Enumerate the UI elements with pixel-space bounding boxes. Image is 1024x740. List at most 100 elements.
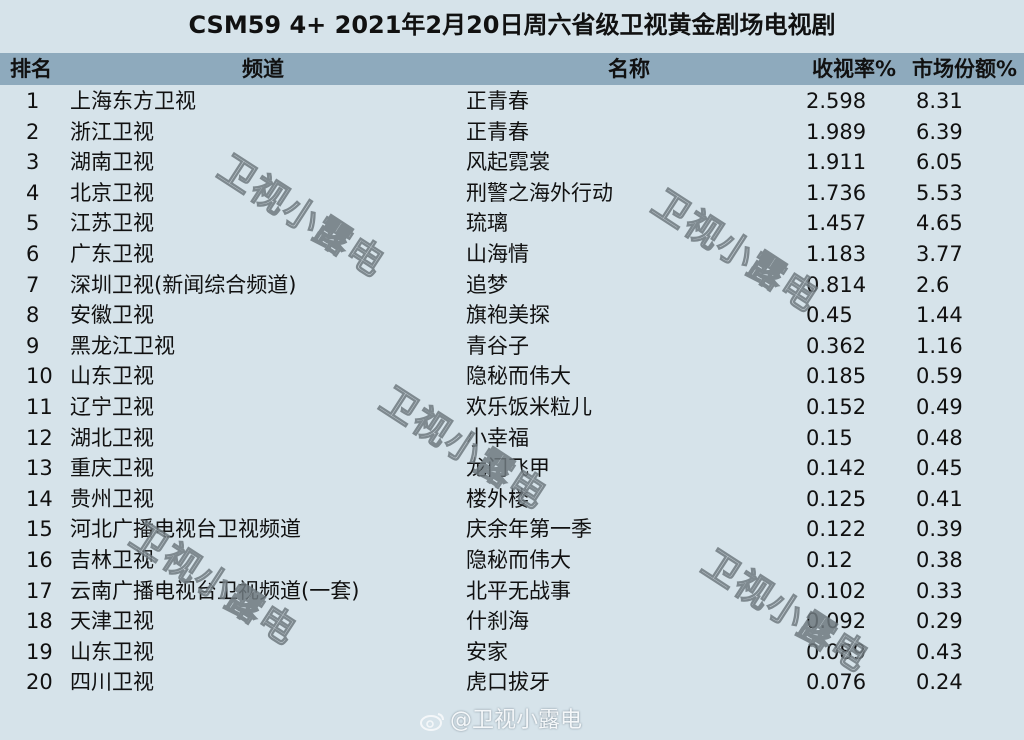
name-cell: 安家 — [466, 639, 508, 664]
rank-cell: 10 — [26, 364, 53, 389]
rank-cell: 16 — [26, 547, 53, 572]
rating-cell: 1.183 — [806, 241, 867, 266]
rating-cell: 0.15 — [806, 425, 853, 450]
channel-cell: 湖南卫视 — [70, 150, 154, 175]
rank-cell: 14 — [26, 486, 53, 511]
channel-cell: 山东卫视 — [70, 639, 154, 664]
share-cell: 0.49 — [916, 394, 963, 419]
name-cell: 刑警之海外行动 — [466, 180, 613, 205]
table-row: 4 北京卫视 刑警之海外行动 1.736 5.53 — [0, 178, 1024, 209]
name-cell: 琉璃 — [466, 211, 508, 236]
channel-cell: 天津卫视 — [70, 609, 154, 634]
table-row: 3 湖南卫视 风起霓裳 1.911 6.05 — [0, 147, 1024, 178]
rank-cell: 12 — [26, 425, 53, 450]
channel-cell: 安徽卫视 — [70, 303, 154, 328]
name-cell: 风起霓裳 — [466, 150, 550, 175]
name-cell: 虎口拔牙 — [466, 670, 550, 695]
rank-cell: 1 — [26, 89, 40, 113]
share-cell: 0.39 — [916, 517, 963, 542]
name-cell: 追梦 — [466, 272, 508, 297]
channel-cell: 山东卫视 — [70, 364, 154, 389]
channel-cell: 广东卫视 — [70, 241, 154, 266]
header-name: 名称 — [608, 57, 650, 81]
rank-cell: 19 — [26, 639, 53, 664]
rating-cell: 1.989 — [806, 119, 867, 144]
rank-cell: 18 — [26, 609, 53, 634]
share-cell: 0.45 — [916, 456, 963, 481]
share-cell: 4.65 — [916, 211, 963, 236]
rank-cell: 4 — [26, 180, 40, 205]
channel-cell: 黑龙江卫视 — [70, 333, 175, 358]
rating-cell: 0.185 — [806, 364, 867, 389]
footer-watermark: @卫视小露电 — [420, 702, 582, 734]
table-row: 17 云南广播电视台卫视频道(一套) 北平无战事 0.102 0.33 — [0, 576, 1024, 607]
share-cell: 3.77 — [916, 241, 963, 266]
share-cell: 0.38 — [916, 547, 963, 572]
share-cell: 0.24 — [916, 670, 963, 695]
channel-cell: 贵州卫视 — [70, 486, 154, 511]
rank-cell: 9 — [26, 333, 40, 358]
header-channel: 频道 — [242, 57, 284, 81]
table-row: 8 安徽卫视 旗袍美探 0.45 1.44 — [0, 300, 1024, 331]
rank-cell: 6 — [26, 241, 40, 266]
name-cell: 什刹海 — [466, 609, 529, 634]
weibo-icon — [420, 713, 444, 731]
name-cell: 山海情 — [466, 241, 529, 266]
rank-cell: 20 — [26, 670, 53, 695]
share-cell: 5.53 — [916, 180, 963, 205]
rating-cell: 0.152 — [806, 394, 867, 419]
channel-cell: 深圳卫视(新闻综合频道) — [70, 272, 297, 297]
name-cell: 欢乐饭米粒儿 — [466, 394, 592, 419]
table-row: 10 山东卫视 隐秘而伟大 0.185 0.59 — [0, 361, 1024, 392]
share-cell: 0.33 — [916, 578, 963, 603]
channel-cell: 浙江卫视 — [70, 119, 154, 144]
channel-cell: 辽宁卫视 — [70, 394, 154, 419]
rating-cell: 0.122 — [806, 517, 867, 542]
channel-cell: 江苏卫视 — [70, 211, 154, 236]
channel-cell: 上海东方卫视 — [70, 89, 196, 113]
channel-cell: 北京卫视 — [70, 180, 154, 205]
table-row: 5 江苏卫视 琉璃 1.457 4.65 — [0, 208, 1024, 239]
rank-cell: 15 — [26, 517, 53, 542]
header-rating: 收视率% — [812, 57, 897, 81]
rank-cell: 7 — [26, 272, 40, 297]
rating-cell: 0.362 — [806, 333, 867, 358]
header-rank: 排名 — [10, 57, 52, 81]
rank-cell: 3 — [26, 150, 40, 175]
share-cell: 0.48 — [916, 425, 963, 450]
rating-cell: 0.12 — [806, 547, 853, 572]
table-row: 6 广东卫视 山海情 1.183 3.77 — [0, 239, 1024, 270]
rank-cell: 13 — [26, 456, 53, 481]
rating-cell: 2.598 — [806, 89, 867, 113]
share-cell: 2.6 — [916, 272, 950, 297]
name-cell: 正青春 — [466, 119, 529, 144]
table-row: 1 上海东方卫视 正青春 2.598 8.31 — [0, 86, 1024, 117]
footer-watermark-text: @卫视小露电 — [450, 708, 583, 733]
share-cell: 6.05 — [916, 150, 963, 175]
name-cell: 隐秘而伟大 — [466, 547, 571, 572]
share-cell: 1.44 — [916, 303, 963, 328]
share-cell: 0.59 — [916, 364, 963, 389]
channel-cell: 湖北卫视 — [70, 425, 154, 450]
table-row: 20 四川卫视 虎口拔牙 0.076 0.24 — [0, 667, 1024, 698]
rank-cell: 5 — [26, 211, 40, 236]
rank-cell: 8 — [26, 303, 40, 328]
rating-cell: 1.911 — [806, 150, 867, 175]
share-cell: 0.43 — [916, 639, 963, 664]
table-body: 1 上海东方卫视 正青春 2.598 8.31 2 浙江卫视 正青春 1.989 6.39 3 湖南卫… — [0, 86, 1024, 698]
table-row: 11 辽宁卫视 欢乐饭米粒儿 0.152 0.49 — [0, 392, 1024, 423]
channel-cell: 四川卫视 — [70, 670, 154, 695]
name-cell: 青谷子 — [466, 333, 529, 358]
share-cell: 8.31 — [916, 89, 963, 113]
channel-cell: 重庆卫视 — [70, 456, 154, 481]
rating-cell: 1.736 — [806, 180, 867, 205]
table-row: 2 浙江卫视 正青春 1.989 6.39 — [0, 117, 1024, 148]
rating-cell: 0.125 — [806, 486, 867, 511]
name-cell: 北平无战事 — [466, 578, 571, 603]
share-cell: 1.16 — [916, 333, 963, 358]
name-cell: 隐秘而伟大 — [466, 364, 571, 389]
page-title: CSM59 4+ 2021年2月20日周六省级卫视黄金剧场电视剧 — [188, 11, 836, 39]
table-row: 9 黑龙江卫视 青谷子 0.362 1.16 — [0, 331, 1024, 362]
name-cell: 庆余年第一季 — [466, 517, 592, 542]
share-cell: 6.39 — [916, 119, 963, 144]
